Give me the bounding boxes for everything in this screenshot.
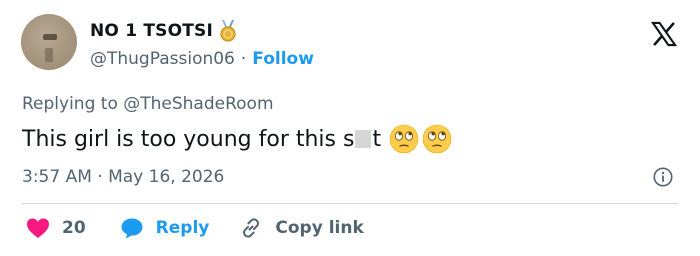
like-count: 20 (62, 218, 86, 238)
tweet-text-part: t (372, 126, 382, 152)
x-logo-icon[interactable] (650, 20, 678, 48)
copy-link-label: Copy link (275, 218, 364, 238)
censor-blur (355, 130, 372, 148)
reply-label: Reply (155, 218, 210, 238)
action-bar: 20 Reply Copy link (26, 216, 364, 240)
heart-icon (27, 218, 49, 238)
divider (22, 203, 678, 204)
link-icon (243, 218, 260, 238)
user-handle[interactable]: @ThugPassion06 (90, 49, 235, 69)
copy-link-button[interactable]: Copy link (239, 216, 364, 240)
emoji-group (389, 124, 452, 154)
medal-icon (219, 20, 237, 42)
tweet-text-part: This girl is too young for this s (22, 126, 355, 152)
avatar-detail (43, 34, 57, 40)
rolling-eyes-emoji (389, 124, 419, 154)
reply-bubble-icon (121, 218, 143, 239)
info-icon[interactable] (652, 166, 674, 188)
follow-button[interactable]: Follow (252, 49, 314, 69)
avatar-detail (45, 48, 53, 62)
separator-dot: · (240, 49, 247, 69)
tweet-text: This girl is too young for this s t (22, 124, 452, 154)
tweet-timestamp[interactable]: 3:57 AM · May 16, 2026 (22, 167, 224, 187)
handle-row: @ThugPassion06 · Follow (90, 49, 314, 69)
reply-button[interactable]: Reply (120, 217, 210, 239)
author-name-row: NO 1 TSOTSI (90, 20, 237, 42)
display-name[interactable]: NO 1 TSOTSI (90, 21, 213, 41)
like-button[interactable]: 20 (26, 217, 86, 239)
replying-to[interactable]: Replying to @TheShadeRoom (22, 94, 274, 114)
rolling-eyes-emoji (422, 124, 452, 154)
avatar[interactable] (21, 14, 77, 70)
